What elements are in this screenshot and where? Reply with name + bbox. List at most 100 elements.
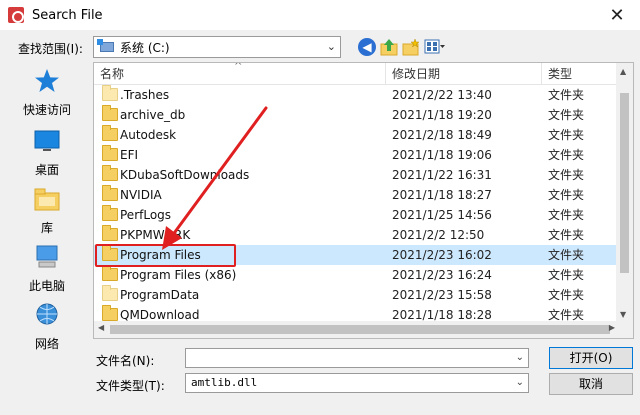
row-type: 文件夹 (548, 188, 585, 202)
row-type: 文件夹 (548, 248, 585, 262)
folder-icon (102, 85, 118, 101)
row-date: 2021/2/23 16:02 (392, 248, 492, 262)
new-folder-icon[interactable] (402, 38, 420, 56)
table-row[interactable]: NVIDIA 2021/1/18 18:27 文件夹 (94, 185, 618, 205)
row-name: .Trashes (120, 88, 170, 102)
table-row[interactable]: Autodesk 2021/2/18 18:49 文件夹 (94, 125, 618, 145)
table-row[interactable]: .Trashes 2021/2/22 13:40 文件夹 (94, 85, 618, 105)
row-date: 2021/1/25 14:56 (392, 208, 492, 222)
table-row[interactable]: archive_db 2021/1/18 19:20 文件夹 (94, 105, 618, 125)
lookin-value: 系统 (C:) (120, 40, 170, 55)
row-type: 文件夹 (548, 208, 585, 222)
row-date: 2021/2/2 12:50 (392, 228, 485, 242)
folder-icon (102, 305, 118, 321)
row-name: Program Files (x86) (120, 268, 237, 282)
horizontal-scrollbar[interactable]: ◀ ▶ (94, 321, 633, 338)
folder-icon (102, 265, 118, 281)
places-bar: 快速访问 桌面 库 此电脑 网络 (12, 62, 82, 352)
computer-icon (36, 245, 58, 268)
place-label: 此电脑 (28, 279, 65, 293)
row-date: 2021/2/22 13:40 (392, 88, 492, 102)
folder-icon (102, 245, 118, 261)
filename-label: 文件名(N): (96, 354, 155, 368)
table-row[interactable]: ProgramData 2021/2/23 15:58 文件夹 (94, 285, 618, 305)
row-type: 文件夹 (548, 288, 585, 302)
title-bar: Search File ✕ (0, 0, 640, 30)
chevron-down-icon[interactable]: ⌄ (516, 374, 524, 392)
drive-icon (97, 39, 114, 52)
table-row[interactable]: Program Files 2021/2/23 16:02 文件夹 (94, 245, 618, 265)
network-icon (36, 303, 58, 325)
scroll-thumb[interactable] (620, 93, 629, 273)
back-icon[interactable]: ◀ (358, 38, 376, 56)
place-label: 库 (40, 221, 53, 235)
folder-icon (102, 285, 118, 301)
place-desktop[interactable]: 桌面 (12, 128, 82, 178)
scroll-down-icon[interactable]: ▼ (620, 310, 626, 319)
column-header-name[interactable]: 名称 (94, 63, 386, 85)
row-type: 文件夹 (548, 168, 585, 182)
row-date: 2021/1/18 19:20 (392, 108, 492, 122)
row-date: 2021/2/23 15:58 (392, 288, 492, 302)
row-name: EFI (120, 148, 139, 162)
filetype-label: 文件类型(T): (96, 379, 165, 393)
folder-icon (102, 145, 118, 161)
place-label: 网络 (34, 337, 59, 351)
column-header-type[interactable]: 类型 (542, 63, 618, 85)
table-row[interactable]: KDubaSoftDownloads 2021/1/22 16:31 文件夹 (94, 165, 618, 185)
row-date: 2021/1/18 18:27 (392, 188, 492, 202)
row-type: 文件夹 (548, 228, 585, 242)
folder-icon (102, 185, 118, 201)
row-name: PKPMWORK (120, 228, 191, 242)
up-folder-icon[interactable] (380, 38, 398, 56)
row-name: Program Files (120, 248, 201, 262)
place-quick-access[interactable]: 快速访问 (12, 68, 82, 118)
scroll-left-icon[interactable]: ◀ (98, 323, 104, 332)
row-date: 2021/2/23 16:24 (392, 268, 492, 282)
row-name: Autodesk (120, 128, 177, 142)
chevron-down-icon: ⌄ (326, 40, 336, 53)
place-network[interactable]: 网络 (12, 302, 82, 352)
folder-icon (102, 105, 118, 121)
vertical-scrollbar[interactable]: ▲ ▼ (616, 63, 633, 323)
row-name: KDubaSoftDownloads (120, 168, 250, 182)
place-label: 快速访问 (22, 103, 71, 117)
table-row[interactable]: Program Files (x86) 2021/2/23 16:24 文件夹 (94, 265, 618, 285)
folder-icon (102, 205, 118, 221)
scroll-up-icon[interactable]: ▲ (620, 67, 626, 76)
folder-icon (102, 225, 118, 241)
scroll-right-icon[interactable]: ▶ (609, 323, 615, 332)
table-row[interactable]: EFI 2021/1/18 19:06 文件夹 (94, 145, 618, 165)
row-name: ProgramData (120, 288, 200, 302)
cancel-button[interactable]: 取消 (549, 373, 633, 395)
table-row[interactable]: PKPMWORK 2021/2/2 12:50 文件夹 (94, 225, 618, 245)
column-header-date[interactable]: 修改日期 (386, 63, 542, 85)
place-this-pc[interactable]: 此电脑 (12, 244, 82, 294)
open-button[interactable]: 打开(O) (549, 347, 633, 369)
desktop-icon (34, 130, 60, 151)
scroll-thumb[interactable] (110, 325, 610, 334)
app-icon (8, 7, 24, 23)
chevron-down-icon[interactable]: ⌄ (516, 349, 524, 367)
filename-input[interactable]: ⌄ (185, 348, 529, 368)
star-icon (35, 69, 59, 92)
row-type: 文件夹 (548, 88, 585, 102)
filetype-select[interactable]: amtlib.dll ⌄ (185, 373, 529, 393)
row-date: 2021/2/18 18:49 (392, 128, 492, 142)
row-type: 文件夹 (548, 128, 585, 142)
filetype-value: amtlib.dll (191, 376, 258, 389)
list-header: ^ 名称 修改日期 类型 (94, 63, 618, 85)
row-name: PerfLogs (120, 208, 172, 222)
view-menu-icon[interactable] (424, 38, 446, 56)
close-button[interactable]: ✕ (594, 0, 640, 30)
folder-icon (102, 125, 118, 141)
lookin-label: 查找范围(I): (18, 42, 83, 56)
place-library[interactable]: 库 (12, 186, 82, 236)
table-row[interactable]: PerfLogs 2021/1/25 14:56 文件夹 (94, 205, 618, 225)
folder-icon (102, 165, 118, 181)
row-date: 2021/1/18 19:06 (392, 148, 492, 162)
file-list[interactable]: ^ 名称 修改日期 类型 .Trashes 2021/2/22 13:40 文件夹 a… (93, 62, 634, 339)
lookin-combobox[interactable]: 系统 (C:) ⌄ (93, 36, 341, 58)
row-type: 文件夹 (548, 108, 585, 122)
row-type: 文件夹 (548, 268, 585, 282)
